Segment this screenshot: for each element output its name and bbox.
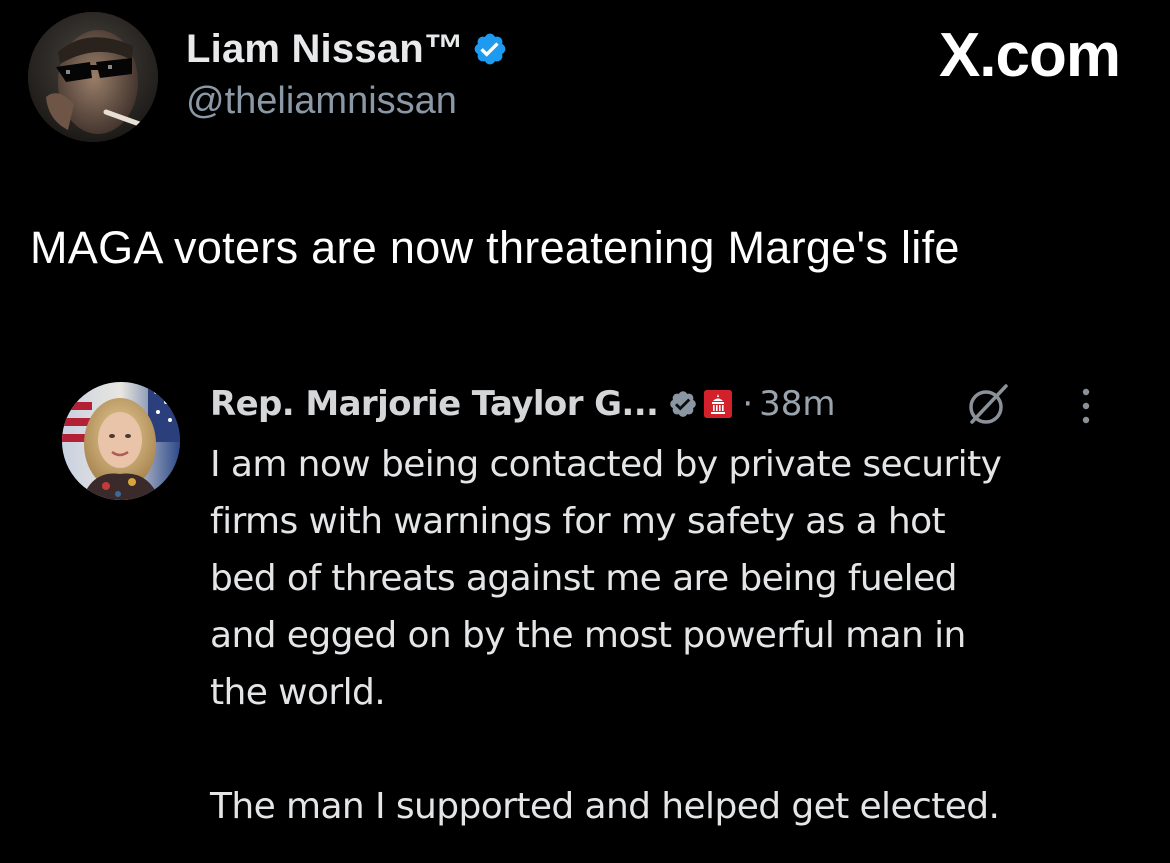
quoted-body-line: the world. — [210, 672, 386, 713]
quoted-body-line: and egged on by the most powerful man in — [210, 615, 966, 656]
quoted-body-line: I am now being contacted by private secu… — [210, 444, 1002, 485]
post-text: MAGA voters are now threatening Marge's … — [30, 222, 960, 273]
quoted-author-avatar-image — [62, 382, 180, 500]
author-name-row[interactable]: Liam Nissan™ — [186, 24, 508, 74]
quoted-post-header[interactable]: Rep. Marjorie Taylor G... · 38m — [210, 378, 836, 430]
verified-badge-icon — [472, 31, 508, 67]
separator-dot: · — [742, 384, 754, 424]
more-vertical-icon[interactable] — [1076, 384, 1096, 428]
verified-badge-icon — [668, 389, 698, 419]
quoted-body-line: bed of threats against me are being fuel… — [210, 558, 957, 599]
quoted-author-name[interactable]: Rep. Marjorie Taylor G... — [210, 384, 659, 424]
quoted-post-timestamp[interactable]: 38m — [759, 384, 835, 424]
quoted-body-line: firms with warnings for my safety as a h… — [210, 501, 946, 542]
author-name[interactable]: Liam Nissan™ — [186, 27, 464, 72]
capitol-affiliation-icon[interactable] — [704, 390, 733, 418]
grok-icon[interactable] — [962, 380, 1012, 430]
quoted-post-body: I am now being contacted by private secu… — [210, 436, 1130, 835]
x-brand-logo: X.com — [938, 21, 1121, 90]
author-avatar-image — [28, 12, 158, 142]
author-handle[interactable]: @theliamnissan — [186, 80, 457, 123]
quoted-author-avatar[interactable] — [62, 382, 180, 500]
author-avatar[interactable] — [28, 12, 158, 142]
quoted-body-final-line: The man I supported and helped get elect… — [210, 786, 1000, 827]
